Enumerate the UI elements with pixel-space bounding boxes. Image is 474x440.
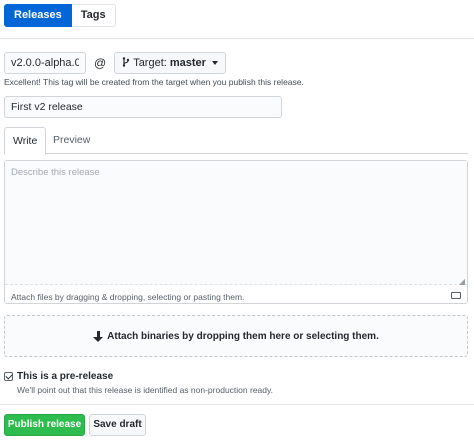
target-branch-button[interactable]: Target: master [114, 52, 226, 74]
tab-write[interactable]: Write [4, 127, 47, 155]
release-description-editor: ◢ Attach files by dragging & dropping, s… [4, 160, 468, 304]
publish-release-button[interactable]: Publish release [4, 414, 85, 436]
at-symbol: @ [94, 56, 107, 70]
tab-tags[interactable]: Tags [71, 4, 116, 27]
divider [0, 38, 474, 39]
binaries-dropzone[interactable]: Attach binaries by dropping them here or… [4, 315, 468, 357]
tag-row: @ Target: master [4, 52, 226, 74]
editor-tabs: Write Preview [4, 127, 468, 155]
prerelease-checkbox[interactable] [4, 372, 13, 381]
save-draft-button[interactable]: Save draft [89, 414, 146, 436]
tab-releases[interactable]: Releases [4, 4, 72, 27]
git-branch-icon [122, 56, 130, 70]
attach-files-hint[interactable]: Attach files by dragging & dropping, sel… [11, 292, 244, 302]
markdown-icon [451, 292, 461, 299]
tag-hint: Excellent! This tag will be created from… [4, 77, 304, 87]
release-title-input[interactable] [4, 96, 282, 118]
prerelease-label[interactable]: This is a pre-release [17, 371, 113, 382]
dropzone-text: Attach binaries by dropping them here or… [107, 330, 379, 342]
release-tabs: Releases Tags [4, 4, 116, 27]
chevron-down-icon [211, 61, 218, 65]
prerelease-note: We'll point out that this release is ide… [17, 385, 273, 395]
target-value: master [169, 57, 206, 69]
tab-preview[interactable]: Preview [45, 127, 98, 155]
target-label: Target: [133, 57, 167, 69]
resize-grip-icon[interactable]: ◢ [459, 277, 465, 286]
divider [0, 404, 474, 405]
description-textarea[interactable] [5, 161, 467, 285]
arrow-down-icon [93, 330, 104, 342]
tag-version-input[interactable] [4, 52, 86, 74]
